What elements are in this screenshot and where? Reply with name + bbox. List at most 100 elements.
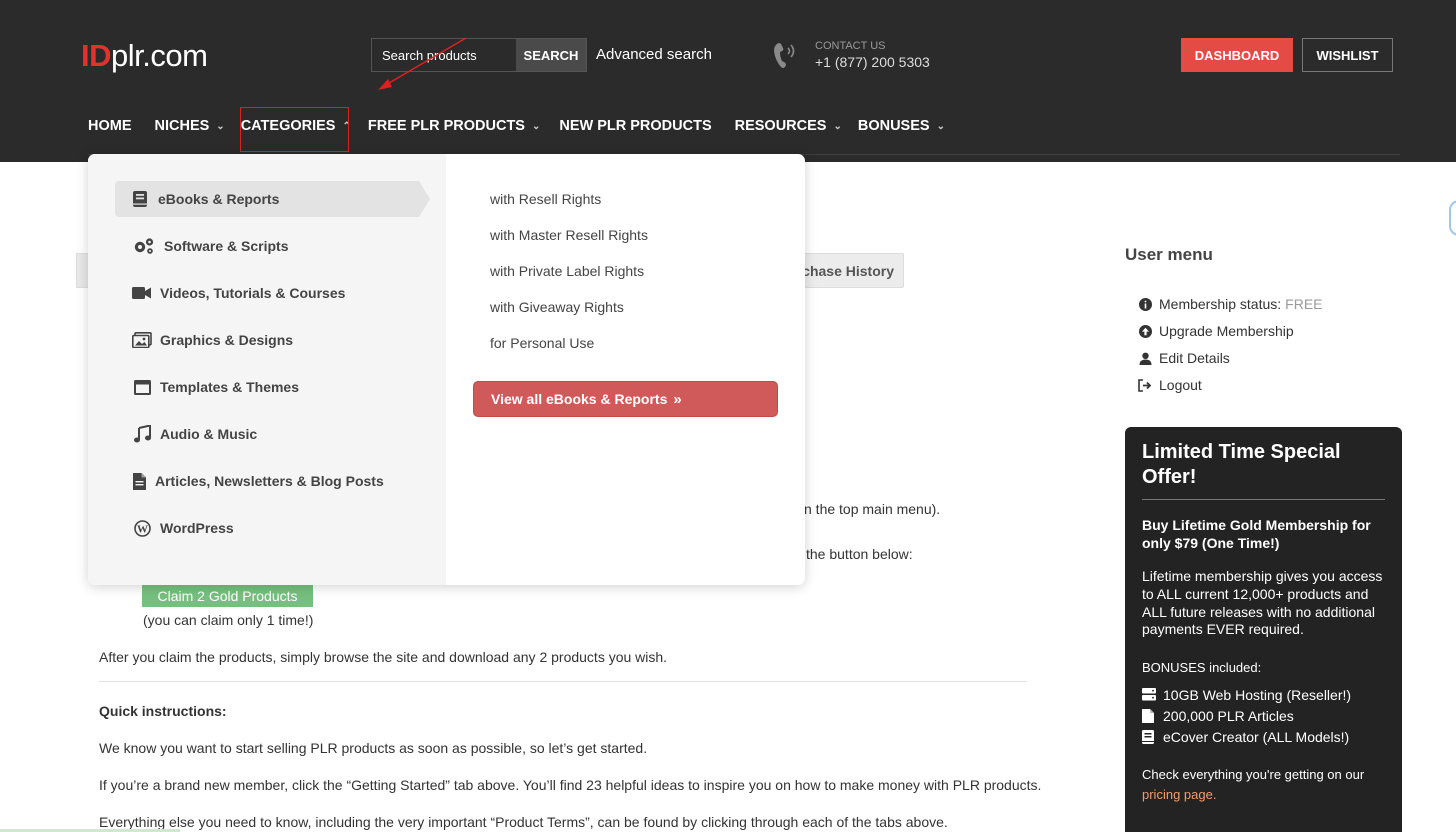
user-icon xyxy=(1138,351,1152,365)
category-audio-music[interactable]: Audio & Music xyxy=(132,416,257,452)
nav-item-home[interactable]: HOME xyxy=(88,116,132,136)
active-pointer xyxy=(419,181,430,217)
book-icon xyxy=(1142,730,1156,744)
offer-title: Limited Time Special Offer! xyxy=(1142,441,1341,488)
document-icon xyxy=(132,472,146,490)
upgrade-label: Upgrade Membership xyxy=(1159,323,1294,339)
nav-item-new-plr-products[interactable]: NEW PLR PRODUCTS xyxy=(559,116,711,136)
category-label: Graphics & Designs xyxy=(160,332,294,348)
claim-gold-products-button[interactable]: Claim 2 Gold Products xyxy=(142,585,313,607)
category-label: Videos, Tutorials & Courses xyxy=(160,285,346,301)
phone-icon xyxy=(774,43,795,68)
nav-item-niches[interactable]: NICHES ⌄ xyxy=(155,116,225,136)
view-all-ebooks-button[interactable]: View all eBooks & Reports » xyxy=(473,381,778,417)
category-label: Articles, Newsletters & Blog Posts xyxy=(155,473,384,489)
images-icon xyxy=(132,331,152,349)
instruction-paragraph: If you’re a brand new member, click the … xyxy=(99,777,1042,793)
main-nav: HOME NICHES ⌄ CATEGORIES ⌃ FREE PLR PRODUC… xyxy=(88,116,945,136)
tab-purchase-history[interactable]: chase History xyxy=(790,253,904,288)
categories-dropdown: eBooks & Reports Software & Scripts Vide… xyxy=(88,154,805,585)
subcategory-giveaway-rights[interactable]: with Giveaway Rights xyxy=(490,299,624,315)
subcategory-master-resell-rights[interactable]: with Master Resell Rights xyxy=(490,227,648,243)
contact-label: CONTACT US xyxy=(815,40,886,52)
file-icon xyxy=(1142,709,1156,723)
contact-phone[interactable]: +1 (877) 200 5303 xyxy=(815,54,930,70)
gears-icon xyxy=(132,237,156,255)
advanced-search-link[interactable]: Advanced search xyxy=(596,46,712,63)
partial-text-line: the button below: xyxy=(806,546,913,562)
chevron-down-icon: ⌄ xyxy=(833,120,842,132)
chevron-down-icon: ⌄ xyxy=(216,120,225,132)
upgrade-membership-link[interactable]: Upgrade Membership xyxy=(1138,323,1294,339)
offer-subtitle: Buy Lifetime Gold Membership for only $7… xyxy=(1142,517,1371,551)
subcategory-resell-rights[interactable]: with Resell Rights xyxy=(490,191,601,207)
site-logo[interactable]: IDplr.com xyxy=(81,38,208,74)
bonus-label: 200,000 PLR Articles xyxy=(1163,708,1294,724)
info-icon xyxy=(1138,297,1152,311)
chevron-down-icon: ⌄ xyxy=(531,120,541,132)
video-camera-icon xyxy=(132,284,152,302)
edit-label: Edit Details xyxy=(1159,350,1230,366)
double-chevron-right-icon: » xyxy=(673,390,682,408)
special-offer-box: Limited Time Special Offer! Buy Lifetime… xyxy=(1125,427,1402,832)
nav-item-resources[interactable]: RESOURCES ⌄ xyxy=(735,116,842,136)
category-ebooks-reports[interactable]: eBooks & Reports xyxy=(115,181,419,217)
edit-details-link[interactable]: Edit Details xyxy=(1138,350,1230,366)
content-divider xyxy=(99,681,1027,682)
logo-id-text: ID xyxy=(81,38,112,73)
pricing-page-link[interactable]: pricing page. xyxy=(1142,787,1216,802)
wordpress-icon: W xyxy=(132,519,152,537)
annotation-highlight-box xyxy=(240,107,349,152)
nav-label: NICHES xyxy=(154,118,210,134)
category-wordpress[interactable]: W WordPress xyxy=(132,510,234,546)
nav-item-free-plr-products[interactable]: FREE PLR PRODUCTS ⌄ xyxy=(368,116,540,136)
svg-text:W: W xyxy=(137,523,148,535)
logout-label: Logout xyxy=(1159,377,1202,393)
check-text: Check everything you're getting on our xyxy=(1142,767,1365,782)
nav-label: NEW PLR PRODUCTS xyxy=(559,118,712,134)
category-videos-tutorials[interactable]: Videos, Tutorials & Courses xyxy=(132,275,345,311)
category-label: WordPress xyxy=(160,520,234,536)
wishlist-button[interactable]: WISHLIST xyxy=(1302,38,1393,72)
bonuses-label: BONUSES included: xyxy=(1142,660,1262,675)
category-label: Audio & Music xyxy=(160,426,258,442)
membership-status: Membership status: FREE xyxy=(1138,296,1323,312)
server-icon xyxy=(1142,688,1156,702)
nav-label: BONUSES xyxy=(857,118,930,134)
book-icon xyxy=(130,190,150,208)
view-all-label: View all eBooks & Reports xyxy=(491,391,668,407)
window-icon xyxy=(132,378,152,396)
membership-value: FREE xyxy=(1285,296,1323,312)
after-claim-text: After you claim the products, simply bro… xyxy=(99,649,668,665)
bonus-item: eCover Creator (ALL Models!) xyxy=(1142,729,1349,745)
nav-label: HOME xyxy=(88,118,132,134)
category-graphics-designs[interactable]: Graphics & Designs xyxy=(132,322,293,358)
subcategory-personal-use[interactable]: for Personal Use xyxy=(490,335,594,351)
offer-divider xyxy=(1142,499,1385,500)
quick-instructions-heading: Quick instructions: xyxy=(99,703,227,719)
dashboard-button[interactable]: DASHBOARD xyxy=(1181,38,1293,72)
search-button[interactable]: SEARCH xyxy=(516,39,586,71)
nav-item-bonuses[interactable]: BONUSES ⌄ xyxy=(858,116,945,136)
category-templates-themes[interactable]: Templates & Themes xyxy=(132,369,299,405)
category-label: eBooks & Reports xyxy=(158,191,280,207)
nav-label: FREE PLR PRODUCTS xyxy=(367,118,525,134)
claim-note: (you can claim only 1 time!) xyxy=(143,612,314,628)
bonus-item: 10GB Web Hosting (Reseller!) xyxy=(1142,687,1351,703)
user-menu-title: User menu xyxy=(1125,245,1213,264)
bonus-label: eCover Creator (ALL Models!) xyxy=(1163,729,1350,745)
side-widget-edge[interactable] xyxy=(1449,200,1456,236)
category-software-scripts[interactable]: Software & Scripts xyxy=(132,228,288,264)
chevron-down-icon: ⌄ xyxy=(936,120,945,132)
offer-check-text: Check everything you're getting on our p… xyxy=(1142,765,1392,805)
annotation-arrow-icon xyxy=(378,37,467,90)
category-label: Software & Scripts xyxy=(164,238,289,254)
music-note-icon xyxy=(132,425,152,443)
logout-link[interactable]: Logout xyxy=(1138,377,1202,393)
bonus-item: 200,000 PLR Articles xyxy=(1142,708,1294,724)
category-articles-newsletters[interactable]: Articles, Newsletters & Blog Posts xyxy=(132,463,384,499)
subcategory-private-label-rights[interactable]: with Private Label Rights xyxy=(490,263,644,279)
instruction-paragraph: Everything else you need to know, includ… xyxy=(99,814,948,830)
instruction-paragraph: We know you want to start selling PLR pr… xyxy=(99,740,648,756)
bonus-label: 10GB Web Hosting (Reseller!) xyxy=(1163,687,1352,703)
